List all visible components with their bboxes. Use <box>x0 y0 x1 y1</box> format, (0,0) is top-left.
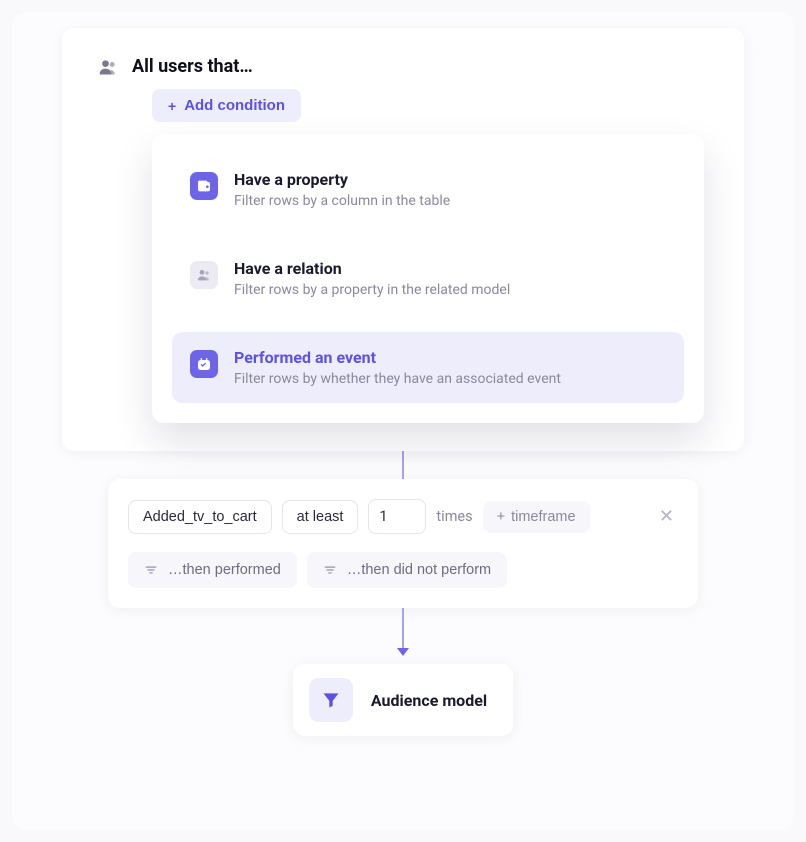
remove-condition-button[interactable]: ✕ <box>655 506 678 527</box>
option-desc: Filter rows by a property in the related… <box>234 282 510 298</box>
header-title: All users that… <box>132 56 253 77</box>
filter-lines-icon <box>323 563 337 577</box>
add-condition-label: Add condition <box>184 97 285 114</box>
condition-builder-card: All users that… + Add condition Have a p… <box>62 28 744 451</box>
users-group-icon <box>190 261 218 289</box>
then-did-not-perform-label: …then did not perform <box>347 562 491 578</box>
then-performed-button[interactable]: …then performed <box>128 552 297 588</box>
count-input[interactable] <box>368 499 426 534</box>
option-have-relation[interactable]: Have a relation Filter rows by a propert… <box>172 243 684 314</box>
plus-icon: + <box>168 98 176 114</box>
event-config-card: Added_tv_to_cart at least times + timefr… <box>108 479 698 608</box>
add-timeframe-button[interactable]: + timeframe <box>483 501 590 533</box>
audience-model-card[interactable]: Audience model <box>293 664 513 736</box>
filter-lines-icon <box>144 563 158 577</box>
option-text: Performed an event Filter rows by whethe… <box>234 348 561 387</box>
option-desc: Filter rows by whether they have an asso… <box>234 371 561 387</box>
operator-chip[interactable]: at least <box>282 500 359 534</box>
condition-dropdown: Have a property Filter rows by a column … <box>152 134 704 423</box>
plus-icon: + <box>497 509 505 525</box>
wallet-icon <box>190 172 218 200</box>
header-row: All users that… <box>98 56 744 77</box>
event-config-row: Added_tv_to_cart at least times + timefr… <box>128 499 678 534</box>
option-have-property[interactable]: Have a property Filter rows by a column … <box>172 154 684 225</box>
option-title: Have a property <box>234 170 450 189</box>
add-condition-button[interactable]: + Add condition <box>152 89 301 122</box>
times-label: times <box>436 508 472 525</box>
option-title: Performed an event <box>234 348 561 367</box>
option-title: Have a relation <box>234 259 510 278</box>
connector-line <box>402 451 404 479</box>
then-row: …then performed …then did not perform <box>128 552 678 588</box>
event-icon <box>190 350 218 378</box>
funnel-icon <box>309 678 353 722</box>
then-performed-label: …then performed <box>168 562 281 578</box>
users-icon <box>98 57 118 77</box>
option-text: Have a property Filter rows by a column … <box>234 170 450 209</box>
option-performed-event[interactable]: Performed an event Filter rows by whethe… <box>172 332 684 403</box>
timeframe-label: timeframe <box>511 509 575 525</box>
option-desc: Filter rows by a column in the table <box>234 193 450 209</box>
connector-arrow <box>402 608 404 654</box>
option-text: Have a relation Filter rows by a propert… <box>234 259 510 298</box>
event-name-chip[interactable]: Added_tv_to_cart <box>128 500 272 534</box>
audience-label: Audience model <box>371 691 487 710</box>
then-did-not-perform-button[interactable]: …then did not perform <box>307 552 507 588</box>
canvas: All users that… + Add condition Have a p… <box>12 12 794 830</box>
